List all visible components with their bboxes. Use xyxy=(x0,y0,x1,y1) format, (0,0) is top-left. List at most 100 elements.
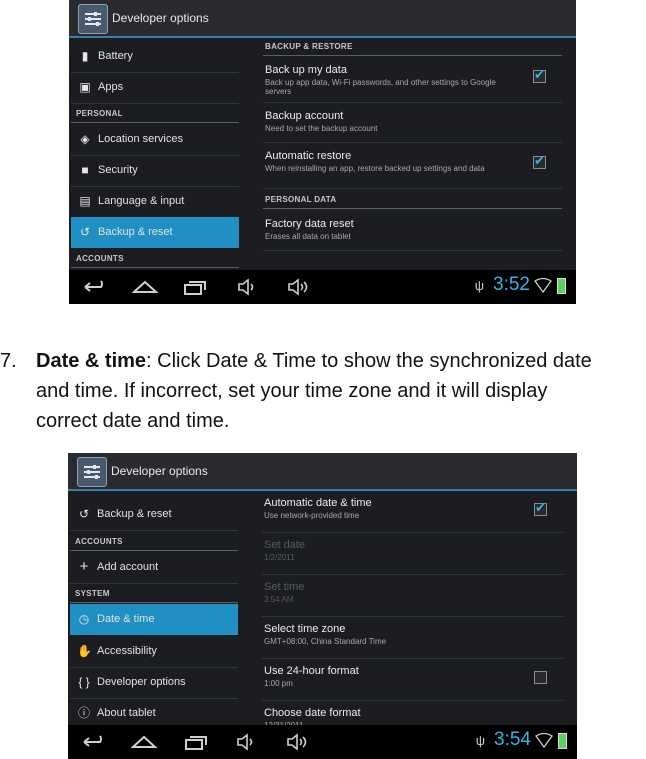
settings-app-icon[interactable] xyxy=(77,457,107,487)
pref-set-time: Set time 3:54 AM xyxy=(262,575,563,617)
clock: 3:52 xyxy=(493,274,530,295)
menu-item-label: Accessibility xyxy=(97,645,157,657)
auto-date-checkbox[interactable] xyxy=(534,500,547,516)
menu-item-backup-reset[interactable]: ↺ Backup & reset xyxy=(70,499,238,531)
settings-detail: BACKUP & RESTORE Back up my data Back up… xyxy=(259,38,576,270)
section-header-label: ACCOUNTS xyxy=(76,254,124,263)
battery-icon: ▮ xyxy=(81,49,89,63)
pref-summary: GMT+08:00, China Standard Time xyxy=(264,637,387,646)
pref-back-up-data[interactable]: Back up my data Back up app data, Wi-Fi … xyxy=(263,58,562,103)
pref-title: Back up my data xyxy=(265,64,347,76)
pref-summary: 1:00 pm xyxy=(264,679,293,688)
menu-item-add-account[interactable]: + Add account xyxy=(70,552,238,584)
pref-summary: When reinstalling an app, restore backed… xyxy=(265,164,485,173)
menu-item-date-time[interactable]: ◷ Date & time xyxy=(70,604,238,635)
step-term: Date & time xyxy=(36,350,147,372)
action-bar: Developer options xyxy=(69,0,576,38)
menu-item-battery[interactable]: ▮ Battery xyxy=(71,41,239,73)
volume-up-icon[interactable] xyxy=(284,733,312,751)
home-icon[interactable] xyxy=(130,733,158,751)
pref-summary: Erases all data on tablet xyxy=(265,232,351,241)
menu-item-accessibility[interactable]: ✋ Accessibility xyxy=(70,636,238,668)
menu-item-label: Backup & reset xyxy=(97,508,172,520)
pref-summary: Need to set the backup account xyxy=(265,124,378,133)
recent-apps-icon[interactable] xyxy=(182,733,210,751)
menu-item-label: Apps xyxy=(98,81,124,93)
pref-title: Automatic date & time xyxy=(264,497,372,509)
volume-up-icon[interactable] xyxy=(285,278,313,296)
battery-status-icon xyxy=(558,733,567,749)
pref-automatic-date-time[interactable]: Automatic date & time Use network-provid… xyxy=(262,491,563,533)
system-bar: ψ 3:54 xyxy=(68,725,577,759)
pref-summary: Back up app data, Wi-Fi passwords, and o… xyxy=(265,78,496,96)
step-body: Date & time: Click Date & Time to show t… xyxy=(36,346,646,436)
volume-down-icon[interactable] xyxy=(235,278,263,296)
menu-item-label: Security xyxy=(98,164,138,176)
menu-item-label: Backup & reset xyxy=(98,226,173,238)
add-icon: + xyxy=(79,558,89,575)
section-header-accounts: ACCOUNTS xyxy=(71,249,239,268)
screenshot-backup-reset: Developer options ▮ Battery ▣ Apps PERSO… xyxy=(69,0,576,304)
pref-title: Factory data reset xyxy=(265,218,354,230)
section-header-personal: PERSONAL xyxy=(71,104,239,123)
section-header-label: PERSONAL xyxy=(76,109,123,118)
step-text-1: : Click Date & Time to show the synchron… xyxy=(146,350,592,372)
menu-item-label: About tablet xyxy=(97,707,156,719)
pref-24-hour-format[interactable]: Use 24-hour format 1:00 pm xyxy=(262,659,563,701)
backup-icon: ↺ xyxy=(78,507,90,521)
screenshot-date-time: Developer options ↺ Backup & reset ACCOU… xyxy=(68,453,577,759)
back-icon[interactable] xyxy=(80,733,108,751)
menu-item-label: Date & time xyxy=(97,613,155,625)
pref-factory-reset[interactable]: Factory data reset Erases all data on ta… xyxy=(263,212,562,251)
menu-item-language[interactable]: ▤ Language & input xyxy=(71,186,239,218)
language-icon: ▤ xyxy=(79,194,91,208)
home-icon[interactable] xyxy=(131,278,159,296)
app-title: Developer options xyxy=(112,11,209,25)
wifi-icon xyxy=(534,277,552,294)
menu-item-label: Location services xyxy=(98,133,183,145)
recent-apps-icon[interactable] xyxy=(181,278,209,296)
pref-backup-account[interactable]: Backup account Need to set the backup ac… xyxy=(263,104,562,143)
section-header-label: ACCOUNTS xyxy=(75,537,123,546)
auto-restore-checkbox[interactable] xyxy=(533,153,546,169)
section-header-accounts: ACCOUNTS xyxy=(70,532,238,551)
settings-app-icon[interactable] xyxy=(78,4,108,34)
usb-icon: ψ xyxy=(475,733,485,748)
section-header-backup-restore: BACKUP & RESTORE xyxy=(263,38,562,56)
pref-title: Set date xyxy=(264,539,305,551)
menu-item-security[interactable]: ■ Security xyxy=(71,155,239,187)
pref-select-time-zone[interactable]: Select time zone GMT+08:00, China Standa… xyxy=(262,617,563,659)
pref-automatic-restore[interactable]: Automatic restore When reinstalling an a… xyxy=(263,144,562,189)
wifi-icon xyxy=(535,732,553,749)
menu-item-developer-options[interactable]: { } Developer options xyxy=(70,667,238,699)
pref-summary: Use network-provided time xyxy=(264,511,360,520)
hour24-checkbox[interactable] xyxy=(534,671,547,684)
section-header-label: BACKUP & RESTORE xyxy=(265,42,353,51)
app-title: Developer options xyxy=(111,464,208,478)
braces-icon: { } xyxy=(78,675,90,689)
section-header-label: SYSTEM xyxy=(75,589,110,598)
menu-item-apps[interactable]: ▣ Apps xyxy=(71,72,239,104)
backup-checkbox[interactable] xyxy=(533,67,546,83)
menu-item-label: Battery xyxy=(98,50,133,62)
back-icon[interactable] xyxy=(81,278,109,296)
section-header-personal-data: PERSONAL DATA xyxy=(263,191,562,209)
menu-item-backup-reset[interactable]: ↺ Backup & reset xyxy=(71,217,239,248)
apps-icon: ▣ xyxy=(79,80,91,94)
volume-down-icon[interactable] xyxy=(234,733,262,751)
hand-icon: ✋ xyxy=(77,644,92,658)
settings-menu: ↺ Backup & reset ACCOUNTS + Add account … xyxy=(68,491,240,730)
pref-title: Choose date format xyxy=(264,707,361,719)
menu-item-label: Developer options xyxy=(97,676,186,688)
section-header-system: SYSTEM xyxy=(70,584,238,603)
menu-item-location[interactable]: ◈ Location services xyxy=(71,124,239,156)
step-text-3: correct date and time. xyxy=(36,410,230,432)
step-text-2: and time. If incorrect, set your time zo… xyxy=(36,380,548,402)
settings-menu: ▮ Battery ▣ Apps PERSONAL ◈ Location ser… xyxy=(69,38,241,270)
pref-title: Select time zone xyxy=(264,623,346,635)
settings-detail: Automatic date & time Use network-provid… xyxy=(258,491,577,730)
pref-summary: 3:54 AM xyxy=(264,595,294,604)
pref-title: Use 24-hour format xyxy=(264,665,359,677)
pref-title: Automatic restore xyxy=(265,150,352,162)
section-header-label: PERSONAL DATA xyxy=(265,195,337,204)
